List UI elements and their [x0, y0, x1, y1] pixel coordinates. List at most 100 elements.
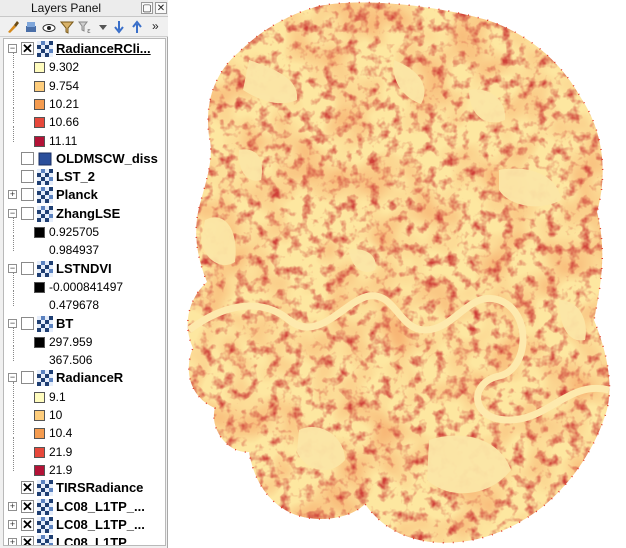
raster-icon — [37, 480, 53, 497]
legend-swatch — [34, 80, 45, 92]
layer-row[interactable]: +✕TIRSRadiance — [4, 479, 164, 497]
layer-row[interactable]: − ✕ RadianceRCli... — [4, 40, 164, 58]
raster-icon — [37, 169, 53, 186]
layer-name[interactable]: TIRSRadiance — [56, 480, 143, 495]
layer-name[interactable]: LST_2 — [56, 169, 95, 184]
layer-visibility-checkbox[interactable]: ✕ — [21, 481, 34, 495]
raster-layer — [187, 2, 610, 543]
style-brush-icon[interactable] — [6, 20, 20, 34]
layer-visibility-checkbox[interactable] — [21, 206, 34, 220]
layer-visibility-checkbox[interactable] — [21, 371, 34, 385]
legend-label: 21.9 — [49, 444, 73, 459]
visibility-eye-icon[interactable] — [42, 20, 56, 34]
expand-toggle-icon[interactable]: + — [8, 538, 17, 545]
layer-row[interactable]: + Planck — [4, 186, 164, 204]
legend-item: 21.9 — [4, 454, 164, 479]
legend-label: 21.9 — [49, 462, 73, 477]
layer-name[interactable]: RadianceR — [56, 370, 123, 385]
legend-item: 21.9 — [4, 436, 164, 461]
legend-swatch — [34, 281, 45, 293]
layer-row[interactable]: + ✕ LC08_L1TP_... — [4, 498, 164, 516]
layer-row[interactable]: − LSTNDVI — [4, 260, 164, 278]
close-button[interactable]: ✕ — [155, 2, 167, 14]
expand-toggle-icon[interactable]: + — [8, 501, 17, 511]
legend-label: 11.11 — [49, 133, 78, 148]
layer-row[interactable]: +LST_2 — [4, 168, 164, 186]
raster-icon — [37, 535, 53, 545]
collapse-all-icon[interactable] — [130, 20, 144, 34]
layers-panel: Layers Panel ▢ ✕ ε » − ✕ RadianceRCli... 9.… — [0, 0, 168, 548]
layer-visibility-checkbox[interactable]: ✕ — [21, 499, 34, 513]
legend-item: 9.754 — [4, 70, 164, 95]
legend-swatch — [34, 135, 45, 147]
map-canvas[interactable] — [169, 0, 626, 548]
layer-visibility-checkbox[interactable] — [21, 261, 34, 275]
layer-visibility-checkbox[interactable]: ✕ — [21, 536, 34, 545]
layer-visibility-checkbox[interactable] — [21, 316, 34, 330]
layer-row[interactable]: + ✕ LC08_L1TP_... — [4, 516, 164, 534]
layer-row[interactable]: − ZhangLSE — [4, 205, 164, 223]
layer-name[interactable]: BT — [56, 316, 73, 331]
legend-label: 0.925705 — [49, 225, 100, 239]
layer-row[interactable]: − RadianceR — [4, 369, 164, 387]
layer-visibility-checkbox[interactable] — [21, 151, 34, 165]
raster-icon — [37, 315, 53, 332]
filter-icon[interactable] — [60, 20, 74, 34]
legend-label: 367.506 — [49, 353, 93, 368]
expand-toggle-icon[interactable]: + — [8, 519, 17, 529]
legend-label: 0.984937 — [49, 243, 100, 258]
legend-swatch — [34, 98, 45, 110]
legend-swatch — [34, 410, 45, 421]
legend-label: -0.000841497 — [49, 279, 124, 294]
layer-row[interactable]: +OLDMSCW_diss — [4, 150, 164, 168]
layer-name[interactable]: Planck — [56, 187, 98, 202]
legend-label: 10.66 — [49, 115, 80, 130]
expand-all-icon[interactable] — [112, 20, 126, 34]
raster-icon — [37, 260, 53, 277]
raster-icon — [37, 41, 53, 57]
float-button[interactable]: ▢ — [141, 2, 153, 14]
legend-item: 10.21 — [4, 88, 164, 113]
legend-item: 10.66 — [4, 107, 164, 131]
more-tools-button[interactable]: » — [152, 19, 159, 33]
filter-expression-icon[interactable]: ε — [78, 20, 92, 34]
legend-swatch — [34, 446, 45, 458]
polygon-icon — [37, 151, 53, 167]
raster-icon — [37, 498, 53, 515]
layer-name[interactable]: LC08_L1TP_... — [56, 535, 145, 545]
layer-row[interactable]: + ✕ LC08_L1TP_... — [4, 534, 164, 545]
layer-row[interactable]: − BT — [4, 315, 164, 333]
legend-label: 9.302 — [49, 60, 80, 75]
layer-name[interactable]: OLDMSCW_diss — [56, 151, 158, 166]
legend-item: -0.000841497 — [4, 271, 164, 296]
layer-visibility-checkbox[interactable]: ✕ — [21, 517, 34, 531]
layer-visibility-checkbox[interactable] — [21, 170, 34, 184]
layer-name[interactable]: LC08_L1TP_... — [56, 499, 145, 514]
panel-title: Layers Panel — [31, 1, 102, 15]
legend-swatch — [34, 227, 45, 238]
legend-item: 0.984937 — [4, 235, 164, 259]
legend-swatch — [34, 336, 45, 348]
add-group-icon[interactable] — [24, 20, 38, 34]
expand-toggle-icon[interactable]: + — [8, 190, 17, 200]
panel-toolbar: ε » — [0, 17, 168, 37]
layer-name[interactable]: ZhangLSE — [56, 206, 120, 221]
legend-label: 10 — [49, 408, 63, 422]
legend-item: 0.925705 — [4, 217, 164, 241]
dropdown-arrow-icon[interactable] — [96, 20, 110, 34]
legend-label: 10.21 — [49, 96, 80, 111]
raster-icon — [37, 205, 53, 222]
layer-visibility-checkbox[interactable] — [21, 188, 34, 202]
panel-titlebar: Layers Panel ▢ ✕ — [0, 0, 168, 17]
legend-swatch — [34, 62, 45, 74]
legend-item: 0.479678 — [4, 290, 164, 314]
legend-swatch — [34, 428, 45, 440]
legend-item: 297.959 — [4, 326, 164, 351]
layer-visibility-checkbox[interactable]: ✕ — [21, 42, 34, 55]
legend-label: 297.959 — [49, 334, 93, 349]
raster-icon — [37, 516, 53, 533]
legend-item: 10.4 — [4, 418, 164, 442]
layer-name[interactable]: LSTNDVI — [56, 261, 112, 276]
layer-name[interactable]: RadianceRCli... — [56, 41, 151, 56]
layer-name[interactable]: LC08_L1TP_... — [56, 517, 145, 532]
